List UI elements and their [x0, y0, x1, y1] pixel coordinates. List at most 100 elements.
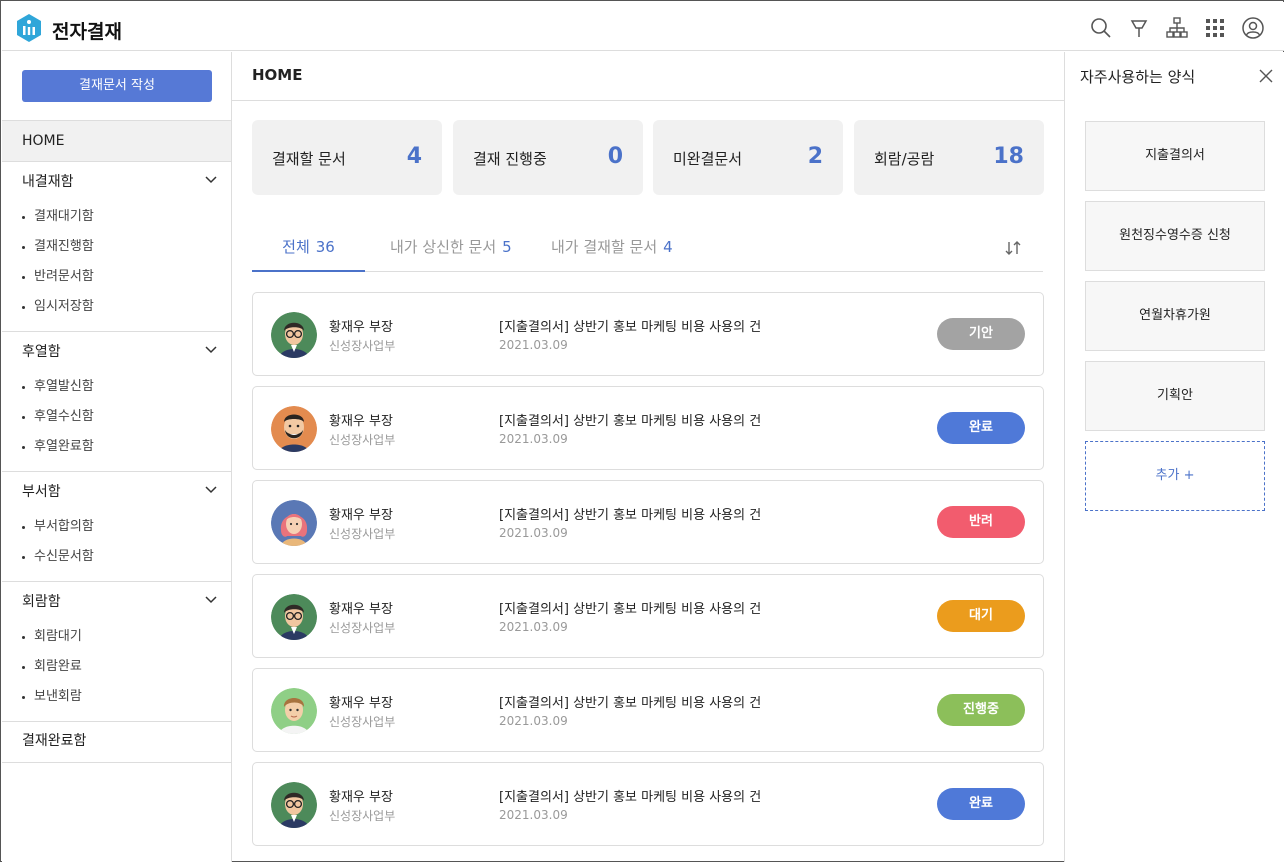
document-date: 2021.03.09: [499, 620, 568, 634]
stat-value: 2: [807, 144, 823, 169]
tab-count: 4: [663, 238, 673, 256]
document-tabs: 전체 36 내가 상신한 문서 5 내가 결재할 문서 4: [252, 224, 1043, 272]
main-content: HOME 결재할 문서 4 결재 진행중 0 미완결문서 2 회람/공람 18 …: [232, 52, 1064, 862]
sort-icon[interactable]: [1003, 238, 1023, 258]
apps-grid-icon[interactable]: [1203, 16, 1227, 40]
author-name: 황재우 부장: [329, 414, 393, 429]
tab-label: 내가 결재할 문서: [551, 238, 658, 256]
app-logo-icon: [17, 14, 41, 42]
stat-card[interactable]: 미완결문서 2: [653, 120, 843, 195]
document-title[interactable]: [지출결의서] 상반기 홍보 마케팅 비용 사용의 건: [499, 598, 761, 617]
favorite-forms-panel: 자주사용하는 양식 지출결의서 원천징수영수증 신청 연월차휴가원 기획안 추가…: [1064, 52, 1284, 862]
chevron-down-icon: [205, 176, 217, 184]
sidebar-group-label: 회람함: [22, 594, 61, 610]
sidebar-item[interactable]: 후열수신함: [2, 402, 231, 432]
document-title[interactable]: [지출결의서] 상반기 홍보 마케팅 비용 사용의 건: [499, 410, 761, 429]
app-title: 전자결재: [52, 21, 122, 43]
tab-count: 36: [315, 238, 335, 256]
stat-label: 미완결문서: [673, 150, 743, 168]
author-name: 황재우 부장: [329, 320, 393, 335]
document-row[interactable]: 황재우 부장신성장사업부 [지출결의서] 상반기 홍보 마케팅 비용 사용의 건 2…: [252, 480, 1044, 564]
sidebar-group-post-review: 후열함 후열발신함 후열수신함 후열완료함: [2, 332, 231, 472]
avatar: [271, 312, 317, 358]
author-department: 신성장사업부: [329, 527, 396, 541]
stat-label: 회람/공람: [874, 150, 935, 168]
avatar: [271, 688, 317, 734]
sidebar-item[interactable]: 결재진행함: [2, 232, 231, 262]
stat-label: 결재할 문서: [272, 150, 346, 168]
tab-all[interactable]: 전체 36: [252, 224, 365, 272]
status-badge: 완료: [937, 788, 1025, 820]
author-name: 황재우 부장: [329, 508, 393, 523]
stat-card[interactable]: 회람/공람 18: [854, 120, 1044, 195]
document-row[interactable]: 황재우 부장 신성장사업부 [지출결의서] 상반기 홍보 마케팅 비용 사용의 건 2…: [252, 386, 1044, 470]
document-title[interactable]: [지출결의서] 상반기 홍보 마케팅 비용 사용의 건: [499, 786, 761, 805]
stat-card[interactable]: 결재 진행중 0: [453, 120, 643, 195]
stat-value: 18: [993, 144, 1024, 169]
sidebar-item-home[interactable]: HOME: [2, 120, 231, 162]
tab-label: 내가 상신한 문서: [390, 238, 497, 256]
author-department: 신성장사업부: [329, 339, 396, 353]
tab-label: 전체: [282, 238, 310, 256]
sidebar-group-circulation: 회람함 회람대기 회람완료 보낸회람: [2, 582, 231, 722]
sidebar-item[interactable]: 반려문서함: [2, 262, 231, 292]
document-row[interactable]: 황재우 부장신성장사업부 [지출결의서] 상반기 홍보 마케팅 비용 사용의 건 2…: [252, 574, 1044, 658]
top-header: 전자결재: [2, 2, 1284, 51]
author-name: 황재우 부장: [329, 602, 393, 617]
stat-label: 결재 진행중: [473, 150, 547, 168]
sidebar-item[interactable]: 후열완료함: [2, 432, 231, 462]
status-badge: 진행중: [937, 694, 1025, 726]
author-department: 신성장사업부: [329, 809, 396, 823]
sidebar-group-title[interactable]: 후열함: [2, 332, 231, 372]
page-title: HOME: [232, 52, 1064, 101]
form-shortcut[interactable]: 연월차휴가원: [1085, 281, 1265, 351]
document-title[interactable]: [지출결의서] 상반기 홍보 마케팅 비용 사용의 건: [499, 316, 761, 335]
document-date: 2021.03.09: [499, 432, 568, 446]
tab-submitted[interactable]: 내가 상신한 문서 5: [390, 224, 512, 271]
document-row[interactable]: 황재우 부장 신성장사업부 [지출결의서] 상반기 홍보 마케팅 비용 사용의 건 2…: [252, 668, 1044, 752]
sidebar-item[interactable]: 회람대기: [2, 622, 231, 652]
form-shortcut[interactable]: 지출결의서: [1085, 121, 1265, 191]
chevron-down-icon: [205, 486, 217, 494]
sidebar-group-label: 부서함: [22, 484, 61, 500]
author-name: 황재우 부장: [329, 696, 393, 711]
sidebar-item[interactable]: 회람완료: [2, 652, 231, 682]
chevron-down-icon: [205, 596, 217, 604]
avatar: [271, 782, 317, 828]
tab-to-approve[interactable]: 내가 결재할 문서 4: [551, 224, 673, 271]
sidebar: 결재문서 작성 HOME 내결재함 결재대기함 결재진행함 반려문서함 임시저장…: [2, 52, 232, 862]
write-document-button[interactable]: 결재문서 작성: [22, 70, 212, 102]
document-title[interactable]: [지출결의서] 상반기 홍보 마케팅 비용 사용의 건: [499, 504, 761, 523]
stat-card[interactable]: 결재할 문서 4: [252, 120, 442, 195]
document-date: 2021.03.09: [499, 808, 568, 822]
status-badge: 반려: [937, 506, 1025, 538]
sidebar-group-title[interactable]: 회람함: [2, 582, 231, 622]
close-icon[interactable]: [1258, 68, 1274, 84]
sidebar-item[interactable]: 수신문서함: [2, 542, 231, 572]
sidebar-group-title[interactable]: 부서함: [2, 472, 231, 512]
document-title[interactable]: [지출결의서] 상반기 홍보 마케팅 비용 사용의 건: [499, 692, 761, 711]
search-icon[interactable]: [1089, 16, 1113, 40]
document-date: 2021.03.09: [499, 526, 568, 540]
stat-value: 4: [406, 144, 422, 169]
form-shortcut[interactable]: 기획안: [1085, 361, 1265, 431]
user-profile-icon[interactable]: [1241, 16, 1265, 40]
app-window: 전자결재 결재문서 작성 HOME 내결재함 결재대기함 결재진행함 반려문서함…: [0, 0, 1284, 862]
avatar: [271, 406, 317, 452]
org-chart-icon[interactable]: [1165, 16, 1189, 40]
document-row[interactable]: 황재우 부장 신성장사업부 [지출결의서] 상반기 홍보 마케팅 비용 사용의 건 2…: [252, 762, 1044, 846]
sidebar-item[interactable]: 보낸회람: [2, 682, 231, 712]
sidebar-item[interactable]: 결재대기함: [2, 202, 231, 232]
sidebar-group-title[interactable]: 내결재함: [2, 162, 231, 202]
form-shortcut[interactable]: 원천징수영수증 신청: [1085, 201, 1265, 271]
pin-icon[interactable]: [1127, 16, 1151, 40]
add-form-button[interactable]: 추가 +: [1085, 441, 1265, 511]
sidebar-item[interactable]: 임시저장함: [2, 292, 231, 322]
sidebar-group-label: 내결재함: [22, 174, 74, 190]
sidebar-item[interactable]: 후열발신함: [2, 372, 231, 402]
sidebar-item[interactable]: 부서합의함: [2, 512, 231, 542]
document-date: 2021.03.09: [499, 714, 568, 728]
author-department: 신성장사업부: [329, 621, 396, 635]
sidebar-item-completed[interactable]: 결재완료함: [2, 721, 231, 763]
document-row[interactable]: 황재우 부장 신성장사업부 [지출결의서] 상반기 홍보 마케팅 비용 사용의 건 2…: [252, 292, 1044, 376]
